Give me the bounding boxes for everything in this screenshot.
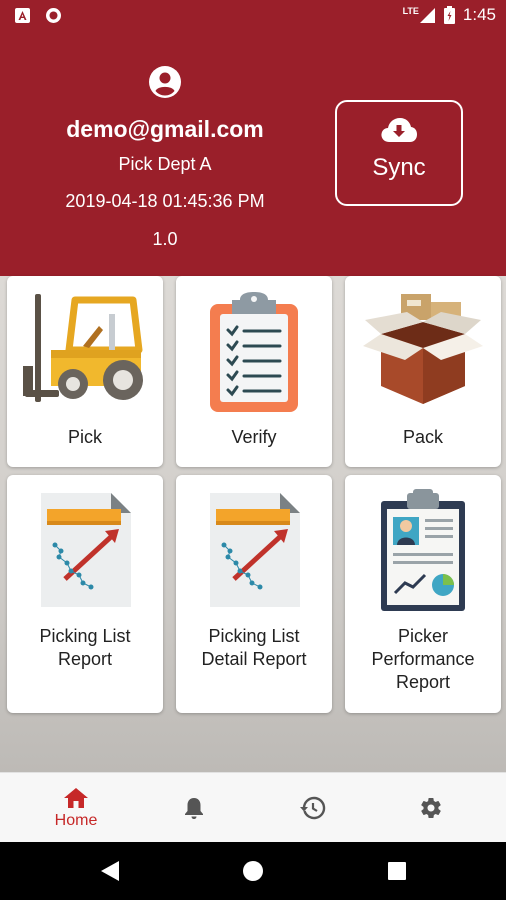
tile-verify-label: Verify xyxy=(231,427,277,447)
home-icon xyxy=(64,788,88,808)
department-name: Pick Dept A xyxy=(118,154,212,174)
performance-clipboard-icon xyxy=(381,489,465,611)
history-icon xyxy=(300,796,326,820)
nav-history[interactable] xyxy=(250,773,376,843)
nav-home[interactable]: Home xyxy=(13,773,139,843)
user-email: demo@gmail.com xyxy=(66,116,264,142)
tile-pick-label: Pick xyxy=(67,427,102,447)
tile-picker-performance-report-label: Picker Performance Report xyxy=(371,626,475,692)
clock: 1:45 xyxy=(462,5,496,24)
cloud-download-icon xyxy=(381,118,417,142)
app-version: 1.0 xyxy=(152,229,178,249)
tile-picking-list-detail-report[interactable]: Picking List Detail Report xyxy=(176,475,332,713)
battery-icon xyxy=(443,6,455,24)
nav-notifications[interactable] xyxy=(131,773,257,843)
forklift-icon xyxy=(23,294,143,402)
package-box-icon xyxy=(363,294,483,404)
report-chart-icon xyxy=(41,493,131,607)
tile-picking-list-detail-report-label: Picking List Detail Report xyxy=(201,626,307,669)
clipboard-checklist-icon xyxy=(210,292,298,412)
network-type: LTE xyxy=(402,6,419,16)
menu-grid: Pick Verify Pack Picking List Report Pic… xyxy=(0,276,506,772)
bottom-navigation: Home xyxy=(0,772,506,842)
nav-home-label: Home xyxy=(54,812,98,829)
home-circle-icon[interactable] xyxy=(242,860,264,882)
recents-icon[interactable] xyxy=(387,861,407,881)
profile-header: demo@gmail.com Pick Dept A 2019-04-18 01… xyxy=(0,32,506,276)
tile-verify[interactable]: Verify xyxy=(176,276,332,467)
system-navigation-bar xyxy=(0,842,506,900)
report-chart-icon xyxy=(210,493,300,607)
last-sync-datetime: 2019-04-18 01:45:36 PM xyxy=(65,191,265,211)
tile-pick[interactable]: Pick xyxy=(7,276,163,467)
tile-picking-list-report-label: Picking List Report xyxy=(39,626,131,669)
nav-settings[interactable] xyxy=(368,773,494,843)
tile-picker-performance-report[interactable]: Picker Performance Report xyxy=(345,475,501,713)
tile-picking-list-report[interactable]: Picking List Report xyxy=(7,475,163,713)
bell-icon xyxy=(185,798,203,819)
status-bar: LTE 1:45 xyxy=(0,0,506,32)
sync-button-label: Sync xyxy=(372,154,426,181)
account-circle-icon xyxy=(149,66,181,98)
record-icon xyxy=(46,8,61,23)
tile-pack-label: Pack xyxy=(402,427,444,447)
notification-a-icon xyxy=(15,8,30,23)
signal-icon xyxy=(419,7,435,23)
sync-button[interactable]: Sync xyxy=(335,100,463,206)
tile-pack[interactable]: Pack xyxy=(345,276,501,467)
back-icon[interactable] xyxy=(100,860,120,882)
settings-icon xyxy=(421,798,441,819)
